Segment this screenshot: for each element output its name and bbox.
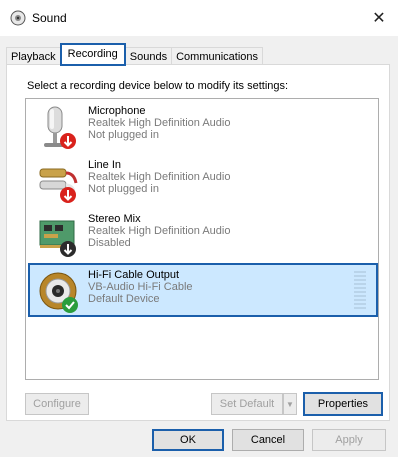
recording-panel: Select a recording device below to modif… [6,64,390,421]
device-status: Not plugged in [88,129,159,141]
device-name: Line In [88,159,122,171]
list-item-stereo-mix[interactable]: Stereo Mix Realtek High Definition Audio… [30,209,376,263]
tab-bar: Playback Recording Sounds Communications [6,43,264,66]
instruction-text: Select a recording device below to modif… [27,80,289,92]
tab-recording[interactable]: Recording [59,43,126,66]
title-bar: Sound ✕ [0,0,398,36]
list-item-hifi-cable-output[interactable]: Hi-Fi Cable Output VB-Audio Hi-Fi Cable … [28,263,378,317]
device-status: Default Device [88,293,160,305]
properties-button[interactable]: Properties [303,392,383,416]
device-list[interactable]: Microphone Realtek High Definition Audio… [25,98,379,380]
device-driver: Realtek High Definition Audio [88,171,231,183]
line-in-icon [39,168,78,203]
device-status: Disabled [88,237,131,249]
device-name: Microphone [88,105,146,117]
close-button[interactable]: ✕ [360,0,398,36]
configure-button[interactable]: Configure [25,393,89,415]
ok-button[interactable]: OK [152,429,224,451]
device-name: Hi-Fi Cable Output [88,269,180,281]
close-icon: ✕ [372,10,386,27]
set-default-button[interactable]: Set Default [211,393,283,415]
device-driver: Realtek High Definition Audio [88,117,231,129]
chevron-down-icon: ▼ [286,399,294,409]
device-driver: Realtek High Definition Audio [88,225,231,237]
rca-jack-icon [39,272,78,313]
speaker-icon [10,10,26,26]
level-meter [354,271,366,311]
list-item-line-in[interactable]: Line In Realtek High Definition Audio No… [30,155,376,209]
dialog-footer: OK Cancel Apply [0,421,398,457]
device-driver: VB-Audio Hi-Fi Cable [88,281,193,293]
microphone-icon [44,106,76,149]
list-item-microphone[interactable]: Microphone Realtek High Definition Audio… [30,101,376,155]
device-name: Stereo Mix [88,213,141,225]
apply-button[interactable]: Apply [312,429,386,451]
device-status: Not plugged in [88,183,159,195]
window-title: Sound [32,11,67,25]
set-default-dropdown[interactable]: ▼ [283,393,297,415]
sound-card-icon [39,220,76,257]
cancel-button[interactable]: Cancel [232,429,304,451]
